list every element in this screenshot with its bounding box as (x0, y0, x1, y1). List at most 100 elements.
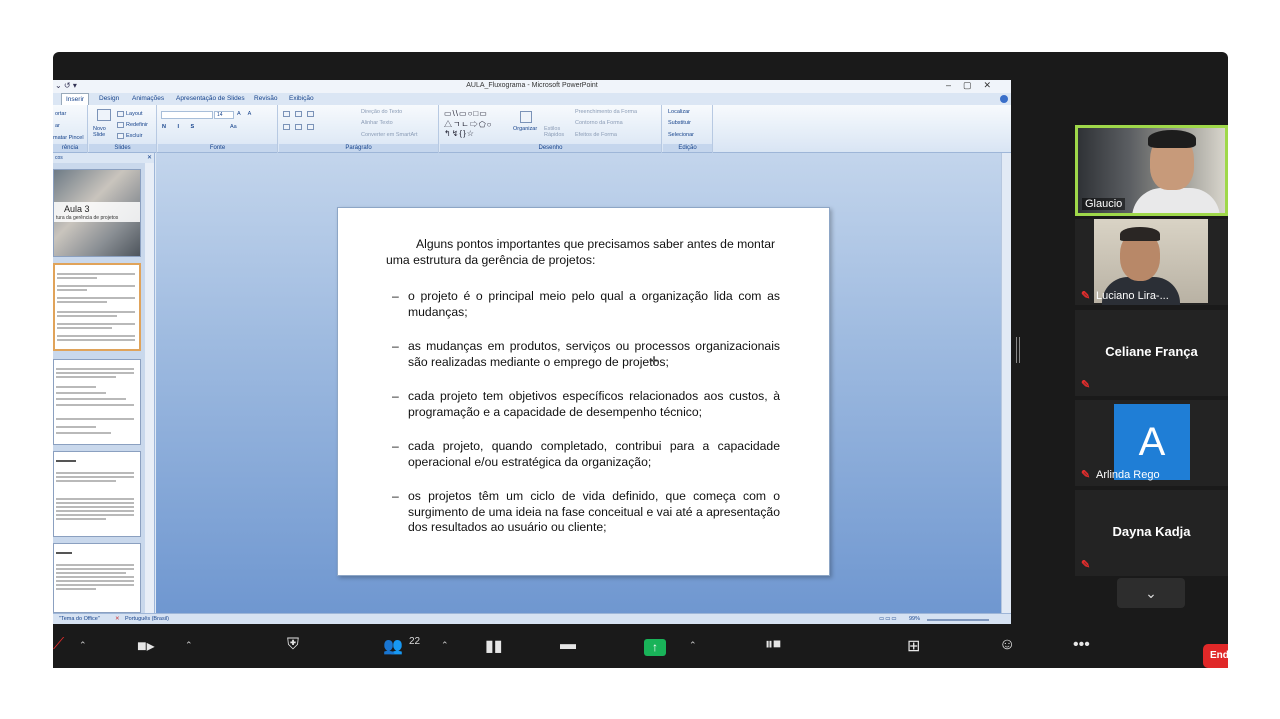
select-button[interactable]: Selecionar (668, 132, 694, 138)
layout-button[interactable]: Layout (126, 111, 143, 117)
share-options[interactable]: ⌃ (689, 626, 703, 668)
share-screen-icon[interactable]: ↑ (644, 639, 666, 656)
copy-button[interactable]: ar (55, 123, 60, 129)
shape-fill-button[interactable]: Preenchimento da Forma (575, 109, 637, 115)
security-button[interactable]: ⛨ (283, 626, 313, 668)
reactions-button[interactable]: ☺ (997, 626, 1027, 668)
breakout-rooms-button[interactable]: ⊞ (905, 626, 935, 668)
clipboard-group-label: rência (53, 144, 87, 152)
status-language[interactable]: Português (Brasil) (125, 616, 169, 622)
new-slide-button[interactable]: Novo Slide (93, 126, 117, 138)
zoom-level[interactable]: 99% (909, 616, 920, 622)
tab-inserir[interactable]: Inserir (61, 93, 90, 105)
spellcheck-icon[interactable]: ✕ (115, 616, 120, 622)
change-case-button[interactable]: Aa (230, 124, 237, 130)
slide-vertical-scrollbar[interactable] (1001, 153, 1011, 613)
tab-animacoes[interactable]: Animações (132, 95, 164, 102)
tab-exibicao[interactable]: Exibição (289, 95, 314, 102)
help-icon[interactable] (1000, 95, 1008, 103)
slide-thumbnail-2[interactable] (53, 263, 141, 351)
shapes-gallery-row3[interactable]: ↰↯{}☆ (444, 129, 475, 138)
delete-button[interactable]: Excluir (126, 133, 143, 139)
slide-thumbnail-4[interactable] (53, 451, 141, 537)
slide-thumbnail-1[interactable]: Aula 3 tura da gerência de projetos (53, 169, 141, 257)
tab-design[interactable]: Design (99, 95, 119, 102)
chat-button[interactable]: ▬ (558, 626, 588, 668)
panel-resize-handle[interactable] (1016, 337, 1020, 363)
bar-chart-icon: ▮▮ (485, 638, 503, 655)
participants-icon: 👥 (383, 638, 403, 655)
tab-apresentacao[interactable]: Apresentação de Slides (176, 95, 245, 102)
arrange-button[interactable]: Organizar (513, 126, 537, 132)
pause-share-button[interactable]: ⏸⏹ (763, 626, 803, 668)
editing-group-label: Edição (663, 144, 712, 152)
video-button[interactable]: ■▸ ⌃ (133, 626, 203, 668)
close-pane-icon[interactable]: ✕ (147, 154, 152, 161)
participant-name: Arlinda Rego (1096, 469, 1160, 481)
font-size-input[interactable]: 14 (214, 111, 234, 119)
replace-button[interactable]: Substituir (668, 120, 691, 126)
font-style-buttons[interactable]: N I S (162, 124, 199, 130)
participant-tile-luciano[interactable]: ✎ Luciano Lira-... (1075, 219, 1228, 305)
text-direction-button[interactable]: Direção do Texto (361, 109, 402, 115)
layout-icon (117, 111, 124, 117)
cut-button[interactable]: ortar (55, 111, 66, 117)
chevron-up-icon[interactable]: ⌃ (441, 640, 449, 651)
zoom-meeting-window: ⌄ ↺ ▾ AULA_Fluxograma - Microsoft PowerP… (53, 52, 1228, 668)
align-right-icon[interactable] (307, 124, 314, 130)
arrange-icon (520, 111, 532, 123)
participants-button[interactable]: 👥 22 ⌃ (381, 626, 451, 668)
align-left-icon[interactable] (283, 124, 290, 130)
font-name-input[interactable] (161, 111, 213, 119)
chevron-up-icon[interactable]: ⌃ (79, 640, 87, 651)
ppt-status-bar: "Tema do Office" ✕ Português (Brasil) ▭▭… (53, 613, 1011, 624)
slide-bullet-4: – cada projeto, quando completado, contri… (392, 439, 780, 469)
zoom-slider[interactable] (927, 619, 989, 621)
participant-name: Glaucio (1082, 198, 1126, 210)
chevron-up-icon[interactable]: ⌃ (689, 640, 697, 651)
window-controls[interactable]: –▢✕ (946, 80, 1003, 91)
more-button[interactable]: ••• (1071, 626, 1101, 668)
end-meeting-button[interactable]: End (1203, 644, 1228, 668)
shape-outline-button[interactable]: Contorno da Forma (575, 120, 623, 126)
slide-bullet-1: – o projeto é o principal meio pelo qual … (392, 289, 780, 319)
participant-tile-dayna[interactable]: Dayna Kadja ✎ (1075, 490, 1228, 576)
video-person-body (1132, 188, 1220, 213)
polls-button[interactable]: ▮▮ (483, 626, 513, 668)
align-center-icon[interactable] (295, 124, 302, 130)
drawing-group: ▭\\▭○□▭ △ㄱㄴ⇨⬠○ ↰↯{}☆ Organizar Estilos R… (440, 105, 662, 153)
tab-revisao[interactable]: Revisão (254, 95, 277, 102)
view-buttons[interactable]: ▭▭▭ (879, 616, 898, 622)
current-slide[interactable]: Alguns pontos importantes que precisamos… (337, 207, 830, 576)
indent-icon[interactable] (307, 111, 314, 117)
shield-icon: ⛨ (287, 636, 300, 653)
participant-tile-arlinda[interactable]: A ✎ Arlinda Rego (1075, 400, 1228, 486)
font-size-grow-shrink[interactable]: A A (237, 111, 254, 117)
quick-styles-button[interactable]: Estilos Rápidos (544, 126, 566, 138)
reset-button[interactable]: Redefinir (126, 122, 148, 128)
slide-thumbnail-5[interactable] (53, 543, 141, 613)
slides-group-label: Slides (89, 144, 156, 152)
thumbnail-scrollbar[interactable] (145, 163, 154, 613)
shape-effects-button[interactable]: Efeitos de Forma (575, 132, 617, 138)
participant-tile-celiane[interactable]: Celiane França ✎ (1075, 310, 1228, 396)
chevron-up-icon[interactable]: ⌃ (185, 640, 193, 651)
chevron-down-icon[interactable]: ⌄ (1117, 578, 1185, 608)
bullets-icon[interactable] (283, 111, 290, 117)
align-text-button[interactable]: Alinhar Texto (361, 120, 393, 126)
shapes-gallery[interactable]: ▭\\▭○□▭ (444, 109, 488, 118)
find-button[interactable]: Localizar (668, 109, 690, 115)
slides-pane-tab[interactable]: cos (55, 155, 63, 161)
convert-smartart-button[interactable]: Converter em SmartArt (361, 132, 418, 138)
thumbnail-title: Aula 3 (64, 204, 90, 214)
slide-thumbnail-3[interactable] (53, 359, 141, 445)
slide-bullet-5: – os projetos têm um ciclo de vida defini… (392, 489, 780, 534)
new-slide-icon[interactable] (97, 109, 111, 121)
mute-button[interactable]: ⟋ ⌃ (53, 626, 93, 668)
format-painter-button[interactable]: matar Pincel (53, 135, 84, 141)
numbering-icon[interactable] (295, 111, 302, 117)
video-person-hair (1148, 130, 1196, 148)
ppt-titlebar: ⌄ ↺ ▾ AULA_Fluxograma - Microsoft PowerP… (53, 80, 1011, 93)
muted-mic-icon: ✎ (1081, 379, 1091, 391)
participant-tile-glaucio[interactable]: Glaucio (1075, 125, 1228, 216)
